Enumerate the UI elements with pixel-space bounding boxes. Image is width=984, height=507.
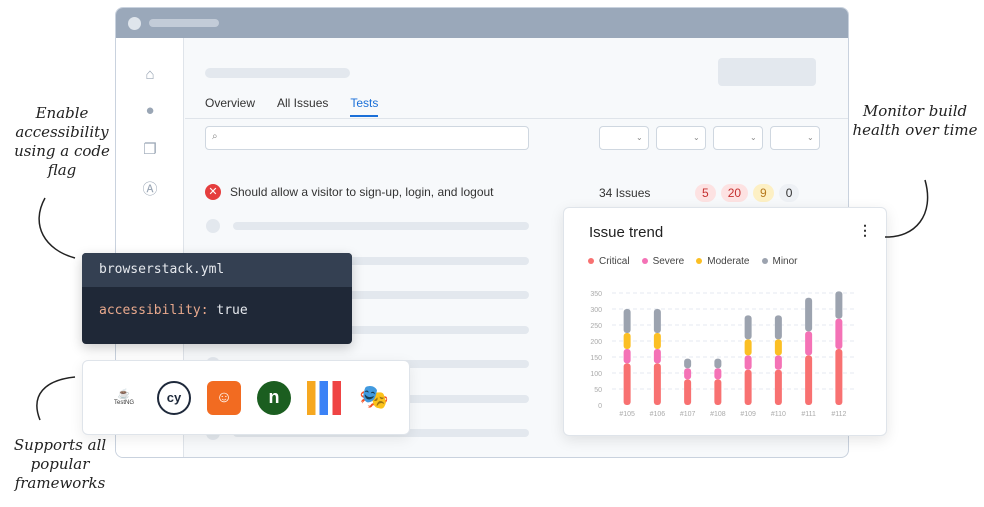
search-icon: ⌕ (212, 131, 218, 142)
issue-trend-card: Issue trend ⋮ Critical Severe Moderate Mino… (563, 207, 887, 436)
frameworks-panel: ☕ TestNG cy ☺ n 🎭 (82, 360, 410, 435)
nightwatch-logo: n (257, 380, 291, 415)
action-button[interactable] (718, 58, 816, 86)
bar-segment-moderate (623, 333, 631, 349)
y-tick-label: 50 (594, 387, 602, 394)
tab-overview[interactable]: Overview (205, 96, 255, 117)
bar-segment-critical (805, 355, 813, 405)
bar-segment-critical (714, 379, 722, 405)
bar-segment-severe (805, 331, 813, 356)
accessibility-icon[interactable]: Ⓐ (140, 178, 160, 198)
issue-count: 34 Issues (599, 186, 651, 200)
filter-dropdown[interactable]: ⌄ (770, 126, 820, 150)
y-tick-label: 250 (590, 323, 602, 330)
note-monitor-health: Monitor build health over time (852, 102, 978, 139)
y-tick-label: 100 (590, 371, 602, 378)
bar-segment-critical (774, 369, 782, 405)
window-dot (128, 16, 141, 30)
filter-dropdown[interactable]: ⌄ (713, 126, 763, 150)
y-tick-label: 200 (590, 339, 602, 346)
tabs: Overview All Issues Tests (205, 96, 379, 117)
home-icon[interactable]: ⌂ (140, 66, 160, 86)
robot-logo: ☺ (207, 380, 241, 415)
bar-segment-severe (774, 355, 782, 370)
bar-segment-minor (653, 309, 661, 333)
code-filename: browserstack.yml (82, 253, 352, 287)
x-tick-label: #112 (831, 411, 846, 418)
tab-all-issues[interactable]: All Issues (277, 96, 328, 117)
bar-segment-severe (835, 318, 843, 349)
severity-badge: 0 (778, 184, 800, 202)
search-input[interactable]: ⌕ (205, 126, 529, 150)
x-tick-label: #105 (619, 411, 635, 418)
severity-badge: 20 (720, 184, 749, 202)
layers-icon[interactable]: ❐ (140, 140, 160, 160)
filter-dropdown[interactable]: ⌄ (656, 126, 706, 150)
bar-segment-moderate (653, 333, 661, 349)
bar-segment-moderate (744, 339, 752, 356)
arrow-icon (884, 179, 929, 238)
y-tick-label: 300 (590, 307, 602, 314)
heading-placeholder (205, 68, 350, 78)
bar-segment-critical (653, 363, 661, 405)
title-bar (116, 8, 848, 38)
bar-segment-moderate (774, 339, 782, 356)
tab-tests[interactable]: Tests (350, 96, 379, 117)
bar-segment-minor (744, 315, 752, 340)
x-tick-label: #107 (680, 411, 696, 418)
severity-badge: 5 (695, 184, 716, 202)
arrow-icon (36, 376, 76, 421)
code-value: true (216, 303, 248, 318)
bar-segment-severe (684, 368, 692, 380)
fail-icon: ✕ (205, 184, 221, 200)
bar-segment-severe (653, 349, 661, 364)
bar-segment-minor (774, 315, 782, 340)
row-placeholder (233, 222, 529, 230)
severity-badge: 9 (753, 184, 774, 202)
x-tick-label: #110 (771, 411, 786, 418)
webdriverio-logo (307, 380, 341, 415)
users-icon[interactable]: ● (140, 102, 160, 122)
note-frameworks: Supports all popular frameworks (13, 436, 107, 492)
code-key: accessibility: (99, 303, 209, 318)
bar-segment-critical (835, 349, 843, 405)
x-tick-label: #106 (650, 411, 666, 418)
y-tick-label: 150 (590, 355, 602, 362)
test-title: Should allow a visitor to sign-up, login… (230, 185, 494, 199)
x-tick-label: #109 (740, 411, 756, 418)
cypress-logo: cy (157, 380, 191, 415)
bar-segment-minor (623, 309, 631, 333)
bar-segment-minor (684, 358, 692, 369)
bar-segment-minor (714, 358, 722, 369)
title-placeholder (149, 19, 219, 27)
y-tick-label: 350 (590, 291, 602, 298)
chart-plot: 0 50 100 150 200 250 300 350 #105 #106 #107 #108 #10… (590, 291, 854, 418)
arrow-icon (38, 197, 76, 259)
bar-segment-minor (805, 297, 813, 332)
filter-dropdown[interactable]: ⌄ (599, 126, 649, 150)
bar-segment-severe (714, 368, 722, 380)
row-placeholder-icon (206, 219, 220, 233)
severity-badges: 5 20 9 0 (695, 184, 800, 202)
note-enable-accessibility: Enable accessibility using a code flag (14, 104, 110, 179)
x-tick-label: #108 (710, 411, 726, 418)
test-row[interactable]: ✕ Should allow a visitor to sign-up, log… (205, 184, 494, 200)
testng-logo: ☕ TestNG (113, 389, 134, 406)
code-snippet: browserstack.yml accessibility: true (82, 253, 352, 344)
y-tick-label: 0 (598, 403, 602, 410)
bar-segment-critical (684, 379, 692, 405)
playwright-logo: 🎭 (359, 384, 389, 411)
divider (185, 118, 848, 119)
bar-segment-severe (744, 355, 752, 370)
bar-segment-minor (835, 291, 843, 319)
bar-segment-severe (623, 349, 631, 364)
bar-segment-critical (623, 363, 631, 405)
bar-segment-critical (744, 369, 752, 405)
x-tick-label: #111 (801, 411, 816, 418)
